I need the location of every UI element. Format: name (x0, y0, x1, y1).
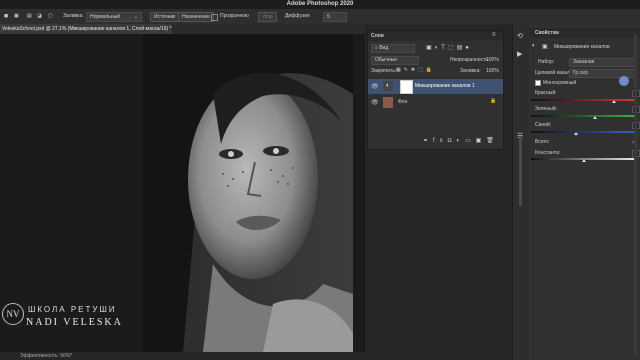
watermark-line1: ШКОЛА РЕТУШИ (28, 305, 117, 314)
mode-icon[interactable]: ▤ (27, 12, 32, 20)
lock-icon: 🔒 (490, 98, 497, 104)
app-title: Adobe Photoshop 2020 (286, 1, 354, 7)
use-pattern-button[interactable]: Узор (258, 12, 277, 22)
adjustment-icon: ◐ (532, 43, 536, 49)
eye-icon[interactable]: 👁 (371, 99, 379, 106)
layer-thumbnail (383, 97, 393, 108)
output-channel-label: Целевой канал: (535, 70, 572, 76)
diffusion-label: Диффузия (285, 13, 310, 19)
options-bar: ◼ ▣ ▤ ◪ ▢ Заливка: Нормальный ⌄ Источник … (0, 9, 640, 25)
home-icon[interactable]: ◼ (4, 12, 8, 20)
green-slider-knob[interactable] (592, 116, 597, 119)
opacity-value[interactable]: 100% (486, 57, 499, 63)
blue-slider[interactable] (531, 131, 637, 133)
mode-icon-2[interactable]: ◪ (37, 12, 42, 20)
title-bar: Adobe Photoshop 2020 (0, 0, 640, 9)
constant-slider-knob[interactable] (582, 159, 586, 162)
watermark-line2: NADI VELESKA (26, 317, 123, 328)
history-icon[interactable]: ⟲ (517, 32, 523, 40)
eye-icon[interactable]: 👁 (371, 83, 379, 90)
properties-header: Свойства (529, 28, 640, 38)
properties-panel: Свойства ◐ ▣ Микширование каналов Набор:… (529, 24, 640, 360)
fill-label: Заливка: (63, 13, 84, 19)
preset-label: Набор: (538, 59, 555, 65)
layer-row-background[interactable]: 👁 Фон 🔒 (368, 95, 503, 110)
constant-label: Константа: (535, 150, 561, 156)
canvas-image[interactable] (143, 34, 353, 352)
scrollbar[interactable] (519, 136, 522, 206)
source-button[interactable]: Источник (150, 12, 180, 22)
lock-label: Закрепить: (371, 68, 397, 74)
panel-icon-strip: ⟲ ▶ ☰ (512, 24, 530, 360)
blue-label: Синий: (535, 122, 552, 128)
monochrome-checkbox[interactable] (535, 80, 541, 86)
red-slider-knob[interactable] (611, 100, 616, 103)
fill-value[interactable]: 100% (486, 68, 499, 74)
diffusion-value[interactable]: 5 (323, 12, 347, 22)
blue-slider-knob[interactable] (573, 132, 578, 135)
status-bar: Эффективность: 96%* (0, 352, 365, 360)
filter-icons[interactable]: ▣◐T⬚▤● (426, 44, 472, 51)
fill-mode-select[interactable]: Нормальный ⌄ (86, 12, 142, 22)
fill-label: Заливка: (460, 68, 481, 74)
properties-title[interactable]: Свойства (535, 30, 559, 36)
total-label: Всего: (535, 139, 550, 145)
kind-filter[interactable]: ⌕ Вид (371, 44, 415, 53)
efficiency-readout: Эффективность: 96%* (20, 353, 73, 359)
document-tabs: VeleskaSchool.psd @ 27,1% (Микширование … (0, 24, 365, 34)
properties-scrollbar[interactable] (634, 34, 637, 354)
transparent-label: Прозрачною (220, 13, 249, 19)
green-label: Зеленый: (535, 106, 557, 112)
preset-select[interactable]: Заказная (569, 58, 637, 67)
document-tab[interactable]: VeleskaSchool.psd @ 27,1% (Микширование … (0, 24, 172, 34)
red-label: Красный: (535, 90, 557, 96)
play-icon[interactable]: ▶ (517, 50, 522, 58)
layer-name: Микширование каналов 1 (415, 83, 475, 89)
monochrome-label: Монохромный (543, 80, 577, 86)
adjustment-icon: ◐ (383, 81, 393, 91)
opacity-label: Непрозрачность: (450, 57, 490, 63)
transparent-checkbox[interactable] (211, 14, 218, 21)
layer-name: Фон (398, 99, 408, 105)
destination-button[interactable]: Назначение (178, 12, 214, 22)
watermark-logo: NV (2, 303, 24, 325)
mask-icon[interactable]: ▣ (542, 43, 548, 50)
blend-mode-select[interactable]: Обычные (371, 56, 419, 65)
layer-mask-thumbnail[interactable] (400, 80, 413, 94)
properties-subtitle: Микширование каналов (554, 44, 610, 50)
tool-preset-icon[interactable]: ▣ (14, 12, 19, 20)
layers-panel: Слои ≡ ⌕ Вид ▣◐T⬚▤● Обычные Непрозрачнос… (367, 30, 504, 150)
layers-title[interactable]: Слои (371, 33, 384, 39)
layers-header: Слои ≡ (368, 31, 503, 41)
lock-icons[interactable]: ▦✎✥⬚🔒 (396, 67, 435, 73)
auto-button[interactable] (619, 76, 629, 86)
menu-icon[interactable]: ≡ (492, 32, 496, 38)
red-slider[interactable] (531, 99, 637, 101)
layers-footer-icons[interactable]: ⚭fx◘◐▭▣🗑 (423, 137, 499, 144)
layer-row-mixer[interactable]: 👁 ◐ Микширование каналов 1 (368, 79, 503, 94)
mode-icon-3[interactable]: ▢ (48, 12, 53, 20)
green-slider[interactable] (531, 115, 637, 117)
